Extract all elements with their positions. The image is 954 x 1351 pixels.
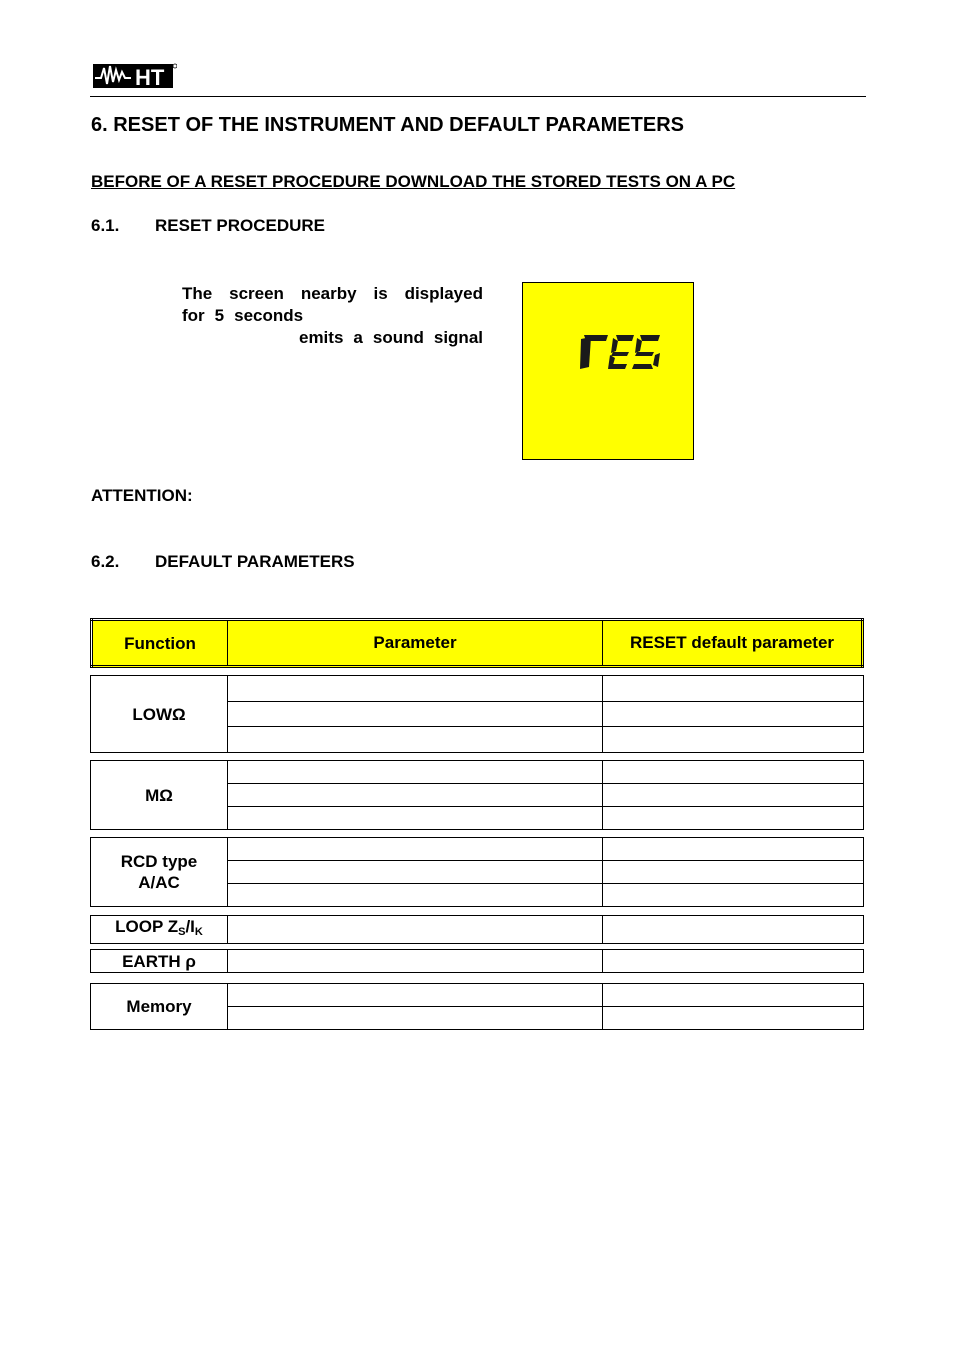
parameter-cell [227, 949, 603, 973]
subsection-title: DEFAULT PARAMETERS [155, 552, 355, 571]
function-cell: MΩ [90, 760, 228, 830]
function-cell: Memory [90, 983, 228, 1030]
parameter-cell [227, 760, 603, 784]
default-cell [602, 760, 864, 784]
default-cell [602, 915, 864, 944]
parameter-cell [227, 1006, 603, 1030]
section-title: 6. RESET OF THE INSTRUMENT AND DEFAULT P… [91, 114, 684, 136]
subsection-title: RESET PROCEDURE [155, 216, 326, 235]
function-cell: RCD type A/AC [90, 837, 228, 907]
function-label: LOOP Z [115, 917, 179, 936]
table-group-megohm: MΩ [90, 760, 864, 830]
subsection-number: 6.2. [91, 552, 120, 571]
parameter-cell [227, 700, 603, 728]
table-header: Function Parameter RESET default paramet… [90, 618, 864, 668]
table-group-earth: EARTH ρ [90, 949, 864, 973]
text-line: for 5 seconds [182, 305, 483, 327]
parameter-cell [227, 915, 603, 944]
parameter-cell [227, 983, 603, 1007]
parameter-cell [227, 675, 603, 702]
default-cell [602, 860, 864, 884]
word: 5 [214, 306, 225, 325]
default-cell [602, 983, 864, 1007]
table-group-loop: LOOP ZS/IK [90, 915, 864, 944]
function-label: /I [185, 917, 195, 936]
attention-label: ATTENTION: [91, 486, 193, 505]
default-cell [602, 949, 864, 973]
ht-waveform-logo-icon: HT [93, 63, 178, 90]
table-group-rcd: RCD type A/AC [90, 837, 864, 907]
ht-logo: HT [93, 58, 178, 90]
reset-warning: BEFORE OF A RESET PROCEDURE DOWNLOAD THE… [91, 172, 736, 191]
word: displayed [404, 284, 483, 303]
header-rule [90, 96, 866, 97]
word: sound [372, 328, 424, 347]
word: emits [298, 328, 344, 347]
table-group-lowohm: LOWΩ [90, 675, 864, 753]
default-cell [602, 837, 864, 861]
parameter-cell [227, 837, 603, 861]
text-line: emits a sound signal [182, 327, 483, 349]
word: is [373, 284, 388, 303]
function-cell: EARTH ρ [90, 949, 228, 973]
default-cell [602, 1006, 864, 1030]
parameter-cell [227, 726, 603, 753]
default-cell [602, 726, 864, 753]
column-header-reset-default: RESET default parameter [602, 619, 863, 667]
default-cell [602, 883, 864, 907]
word: for [182, 306, 205, 325]
lcd-res-segments: rES [580, 335, 660, 369]
column-header-parameter: Parameter [227, 619, 603, 667]
function-cell: LOOP ZS/IK [90, 915, 228, 944]
parameter-cell [227, 883, 603, 907]
table-group-memory: Memory [90, 983, 864, 1030]
word: nearby [300, 284, 357, 303]
word: signal [433, 328, 483, 347]
word: The [182, 284, 213, 303]
word: seconds [234, 306, 304, 325]
svg-text:HT: HT [135, 65, 165, 90]
parameter-cell [227, 783, 603, 807]
default-cell [602, 783, 864, 807]
subsection-heading-default-parameters: 6.2. DEFAULT PARAMETERS [91, 552, 355, 572]
default-cell [602, 700, 864, 728]
parameter-cell [227, 806, 603, 830]
subsection-heading-reset-procedure: 6.1. RESET PROCEDURE [91, 216, 325, 236]
subscript: K [194, 926, 203, 938]
default-cell [602, 806, 864, 830]
function-label: RCD type A/AC [120, 852, 198, 892]
column-header-function: Function [91, 619, 228, 667]
subsection-number: 6.1. [91, 216, 120, 235]
reset-procedure-text: The screen nearby is displayed for 5 sec… [182, 283, 483, 349]
function-cell: LOWΩ [90, 675, 228, 753]
default-cell [602, 675, 864, 702]
text-line: The screen nearby is displayed [182, 283, 483, 305]
parameter-cell [227, 860, 603, 884]
word: screen [229, 284, 284, 303]
word: a [353, 328, 363, 347]
lcd-display: rES [522, 282, 694, 460]
